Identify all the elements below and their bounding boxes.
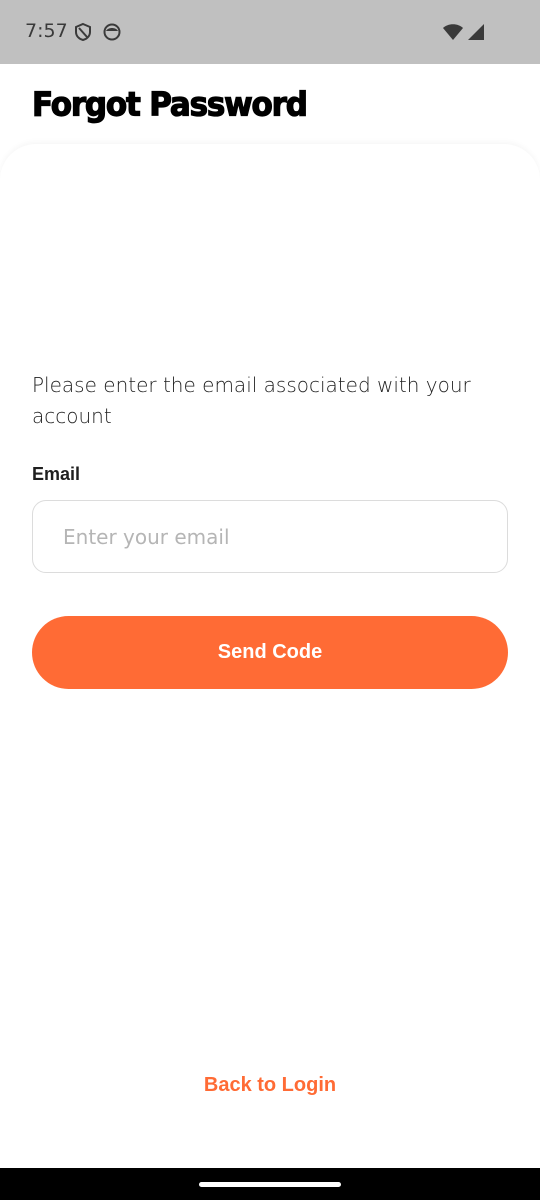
face-icon: [102, 22, 122, 42]
shield-icon: [73, 22, 93, 42]
send-code-button[interactable]: Send Code: [32, 616, 508, 689]
home-handle[interactable]: [199, 1182, 341, 1187]
status-time: 7:57: [25, 20, 68, 42]
form-description: Please enter the email associated with y…: [32, 373, 471, 428]
email-label: Email: [32, 464, 81, 484]
back-to-login-link[interactable]: Back to Login: [0, 1074, 540, 1097]
header: Forgot Password: [0, 64, 540, 144]
navigation-bar: [0, 1168, 540, 1200]
page-title: Forgot Password: [31, 85, 308, 124]
wifi-icon: [442, 22, 464, 47]
cell-signal-icon: [466, 22, 486, 47]
email-input[interactable]: [32, 500, 508, 573]
status-bar: 7:57: [0, 0, 540, 64]
form-card: Please enter the email associated with y…: [0, 144, 540, 1168]
status-right-icons: [442, 22, 486, 47]
